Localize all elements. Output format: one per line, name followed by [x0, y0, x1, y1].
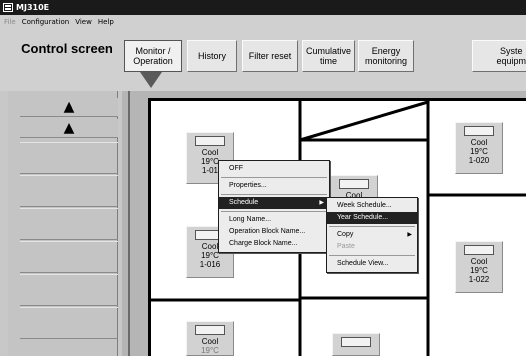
unit-mode: Cool — [201, 148, 219, 157]
menu-item-long-name[interactable]: Long Name... — [219, 214, 329, 226]
menu-separator — [221, 211, 327, 212]
unit-indicator — [195, 136, 225, 146]
menu-separator — [329, 226, 415, 227]
submenu-arrow-icon: ▶ — [319, 200, 324, 206]
menu-item-operation-block-name[interactable]: Operation Block Name... — [219, 226, 329, 238]
unit-id: 1-020 — [468, 156, 490, 165]
menu-item-copy[interactable]: Copy ▶ — [327, 229, 417, 241]
context-menu: OFF Properties... Schedule ▶ Long Name..… — [218, 160, 330, 253]
menu-item-week-schedule[interactable]: Week Schedule... — [327, 200, 417, 212]
schedule-submenu: Week Schedule... Year Schedule... Copy ▶… — [326, 197, 418, 273]
menu-separator — [221, 177, 327, 178]
unit-temp: 19°C — [201, 346, 219, 355]
unit-tile[interactable]: Cool 19°C — [186, 321, 234, 356]
unit-tile[interactable] — [332, 333, 380, 356]
menu-item-properties[interactable]: Properties... — [219, 180, 329, 192]
menu-item-copy-label: Copy — [337, 231, 354, 238]
menu-item-year-schedule[interactable]: Year Schedule... — [327, 212, 417, 224]
unit-indicator — [195, 325, 225, 335]
unit-mode: Cool — [470, 257, 488, 266]
unit-temp: 19°C — [470, 147, 488, 156]
menu-item-schedule-label: Schedule — [229, 199, 259, 206]
unit-temp: 19°C — [470, 266, 488, 275]
unit-indicator — [464, 126, 494, 136]
menu-item-paste[interactable]: Paste — [327, 241, 417, 253]
unit-tile[interactable]: Cool 19°C 1-022 — [455, 241, 503, 293]
menu-separator — [221, 194, 327, 195]
unit-indicator — [341, 337, 371, 347]
unit-id: 1-016 — [199, 260, 221, 269]
unit-tile[interactable]: Cool 19°C 1-020 — [455, 122, 503, 174]
unit-mode: Cool — [470, 138, 488, 147]
unit-mode: Cool — [201, 337, 219, 346]
menu-item-schedule[interactable]: Schedule ▶ — [219, 197, 329, 209]
menu-item-charge-block-name[interactable]: Charge Block Name... — [219, 238, 329, 250]
unit-indicator — [339, 179, 369, 189]
unit-indicator — [464, 245, 494, 255]
menu-item-schedule-view[interactable]: Schedule View... — [327, 258, 417, 270]
menu-separator — [329, 255, 415, 256]
submenu-arrow-icon: ▶ — [407, 232, 412, 238]
menu-item-off[interactable]: OFF — [219, 163, 329, 175]
unit-id: 1-022 — [468, 275, 490, 284]
